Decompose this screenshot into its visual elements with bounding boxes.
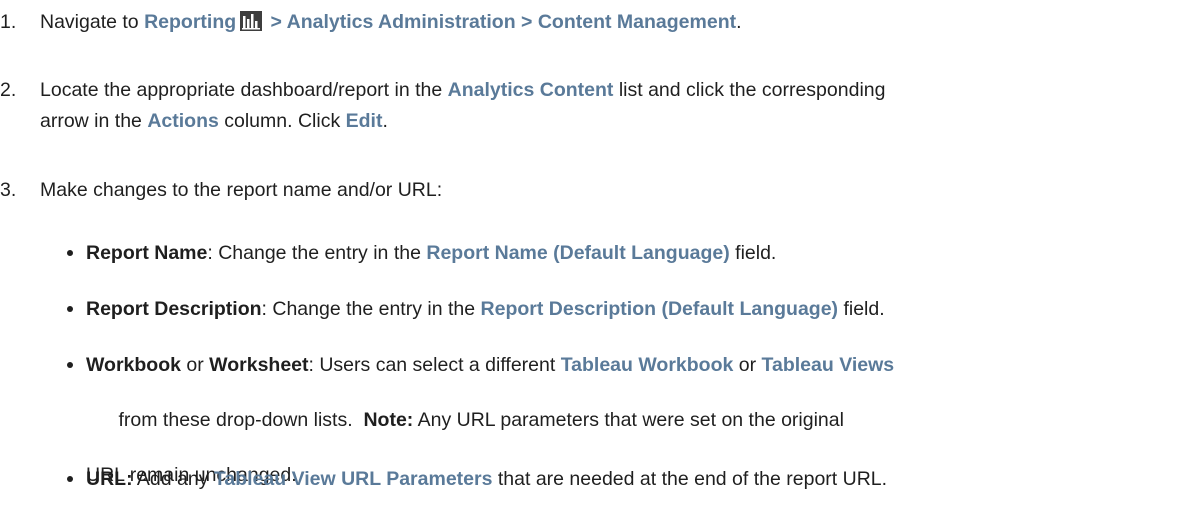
bullet-dot xyxy=(67,476,73,482)
ui-url-parameters: Tableau View URL Parameters xyxy=(213,468,493,490)
bullet-text: Any URL parameters that were set on the … xyxy=(413,409,844,431)
step-text: column. Click xyxy=(218,110,346,132)
ui-field-name: Report Name (Default Language) xyxy=(426,242,730,264)
bullet-report-name: Report Name: Change the entry in the Rep… xyxy=(67,240,1186,266)
ui-tableau-views: Tableau Views xyxy=(761,354,895,376)
bullet-dot xyxy=(67,306,73,312)
bullet-text: field. xyxy=(838,298,885,320)
bullet-text: or xyxy=(180,354,210,376)
bullet-text: : Change the entry in the xyxy=(261,298,481,320)
step-text: arrow in the xyxy=(40,110,148,132)
bullet-text: : Users can select a different xyxy=(308,354,561,376)
bullet-label-worksheet: Worksheet xyxy=(209,354,309,376)
step-text: list and click the corresponding xyxy=(613,79,886,101)
note-label: Note: xyxy=(363,409,414,431)
step-number: 2. xyxy=(0,79,17,101)
step-text: Locate the appropriate dashboard/report … xyxy=(40,79,448,101)
bullet-text: or xyxy=(733,354,762,376)
bullet-label: URL: xyxy=(86,468,133,490)
step-text: . xyxy=(382,110,388,132)
ui-field-description: Report Description (Default Language) xyxy=(480,298,839,320)
step-text: Navigate to xyxy=(40,11,145,33)
bullet-report-description: Report Description: Change the entry in … xyxy=(67,296,1186,322)
bullet-label-workbook: Workbook xyxy=(86,354,181,376)
ui-tableau-workbook: Tableau Workbook xyxy=(560,354,734,376)
step-text-end: . xyxy=(736,11,742,33)
step-number: 3. xyxy=(0,179,17,201)
bullet-label: Report Name xyxy=(86,242,208,264)
nav-path: > Analytics Administration > Content Man… xyxy=(265,11,737,33)
bullet-text: from these drop-down lists. xyxy=(118,409,364,431)
bullet-url: URL: Add any Tableau View URL Parameters… xyxy=(67,466,1186,492)
ui-analytics-content: Analytics Content xyxy=(447,79,614,101)
ui-actions: Actions xyxy=(147,110,219,132)
bar-chart-icon xyxy=(240,11,263,31)
document: 1. Navigate to Reporting > Analytics Adm… xyxy=(0,0,1195,527)
step-text: Make changes to the report name and/or U… xyxy=(40,179,443,201)
step-number: 1. xyxy=(0,11,17,33)
ui-edit: Edit xyxy=(345,110,383,132)
bullet-text: Add any xyxy=(132,468,214,490)
bullet-dot xyxy=(67,250,73,256)
nav-reporting: Reporting xyxy=(144,11,237,33)
bullet-dot xyxy=(67,362,73,368)
bullet-text: field. xyxy=(729,242,777,264)
bullet-text: that are needed at the end of the report… xyxy=(492,468,888,490)
bullet-label: Report Description xyxy=(86,298,262,320)
bullet-text: : Change the entry in the xyxy=(207,242,427,264)
